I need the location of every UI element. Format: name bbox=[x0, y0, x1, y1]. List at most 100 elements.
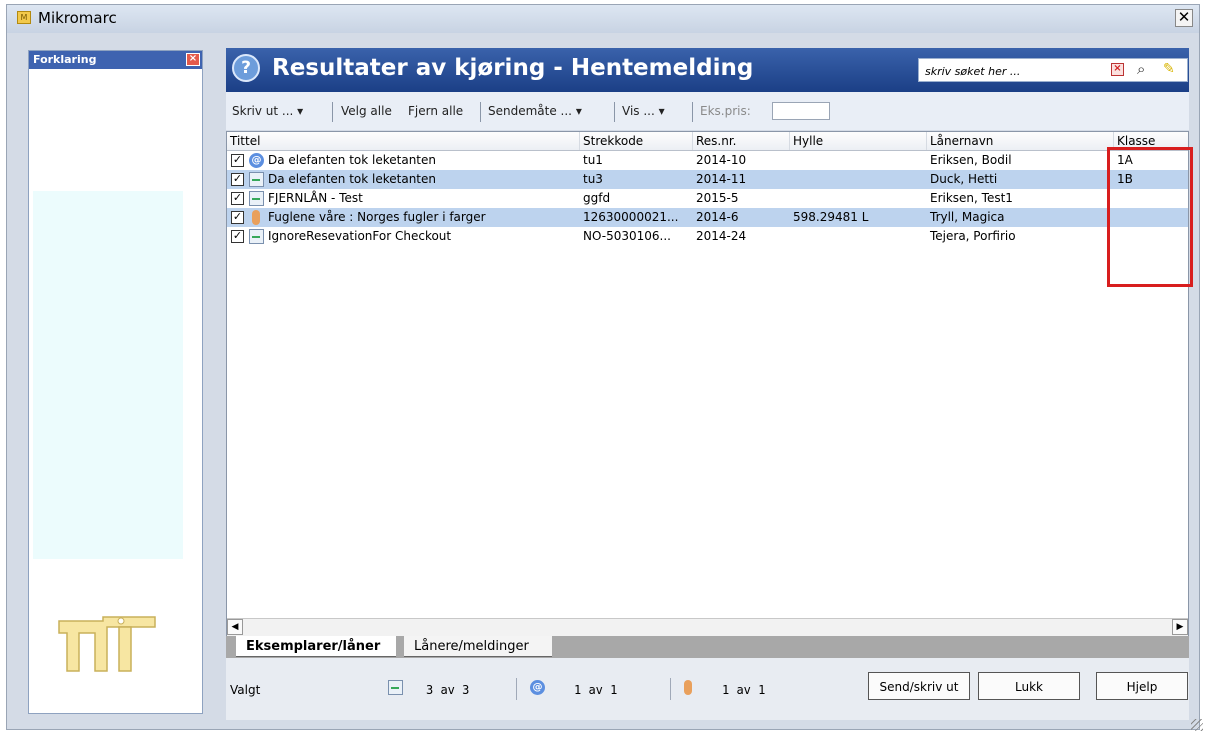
explanation-panel-title: Forklaring bbox=[33, 53, 97, 66]
toolbar-divider bbox=[480, 102, 481, 122]
column-header-barcode[interactable]: Strekkode bbox=[580, 132, 693, 150]
table-row[interactable]: ✓ @ Da elefanten tok leketanten tu1 2014… bbox=[227, 151, 1188, 170]
price-label: Eks.pris: bbox=[700, 104, 751, 118]
cell-shelf bbox=[790, 227, 927, 246]
print-menu[interactable]: Skriv ut ... ▾ bbox=[232, 104, 303, 118]
print-letter-icon bbox=[388, 680, 403, 695]
row-checkbox[interactable]: ✓ bbox=[231, 192, 244, 205]
help-icon[interactable]: ? bbox=[232, 54, 260, 82]
column-header-shelf[interactable]: Hylle bbox=[790, 132, 927, 150]
tab-copies-borrower[interactable]: Eksemplarer/låner bbox=[236, 636, 396, 657]
cell-borrower: Duck, Hetti bbox=[930, 172, 998, 186]
send-method-menu[interactable]: Sendemåte ... ▾ bbox=[488, 104, 582, 118]
help-button[interactable]: Hjelp bbox=[1096, 672, 1188, 700]
table-row[interactable]: ✓ IgnoreResevationFor Checkout NO-503010… bbox=[227, 227, 1188, 246]
cell-barcode: tu3 bbox=[583, 172, 603, 186]
cell-res-nr: 2014-6 bbox=[696, 210, 739, 224]
row-checkbox[interactable]: ✓ bbox=[231, 173, 244, 186]
cell-barcode: 12630000021... bbox=[583, 210, 679, 224]
send-print-button[interactable]: Send/skriv ut bbox=[868, 672, 970, 700]
window-close-button[interactable]: ✕ bbox=[1175, 9, 1193, 27]
view-menu[interactable]: Vis ... ▾ bbox=[622, 104, 665, 118]
cell-title: IgnoreResevationFor Checkout bbox=[268, 229, 452, 243]
table-row[interactable]: ✓ Fuglene våre : Norges fugler i farger … bbox=[227, 208, 1188, 227]
class-column-highlight bbox=[1107, 147, 1193, 287]
chevron-down-icon: ▾ bbox=[575, 104, 582, 118]
search-input[interactable] bbox=[923, 62, 1097, 80]
cell-shelf bbox=[790, 189, 927, 208]
status-divider bbox=[670, 678, 671, 700]
cell-title: Da elefanten tok leketanten bbox=[268, 172, 436, 186]
cell-borrower: Tryll, Magica bbox=[930, 210, 1005, 224]
window-title: Mikromarc bbox=[38, 9, 117, 27]
table-row[interactable]: ✓ Da elefanten tok leketanten tu3 2014-1… bbox=[227, 170, 1188, 189]
cell-res-nr: 2015-5 bbox=[696, 191, 739, 205]
tab-strip: Eksemplarer/låner Lånere/meldinger bbox=[226, 636, 1189, 658]
toolbar-divider bbox=[332, 102, 333, 122]
sms-phone-icon bbox=[252, 210, 260, 225]
cell-shelf bbox=[790, 151, 927, 170]
main-panel: ? Resultater av kjøring - Hentemelding ×… bbox=[226, 48, 1189, 720]
print-count: 3 av 3 bbox=[426, 683, 470, 697]
cell-title: Da elefanten tok leketanten bbox=[268, 153, 436, 167]
pin-icon[interactable]: ✎ bbox=[1163, 61, 1175, 77]
column-header-title[interactable]: Tittel bbox=[227, 132, 580, 150]
table-row[interactable]: ✓ FJERNLÅN - Test ggfd 2015-5 Eriksen, T… bbox=[227, 189, 1188, 208]
app-icon: M bbox=[17, 11, 31, 24]
cell-shelf bbox=[790, 170, 927, 189]
search-box: × ⌕ ✎ bbox=[918, 58, 1188, 82]
row-checkbox[interactable]: ✓ bbox=[231, 211, 244, 224]
results-table: Tittel Strekkode Res.nr. Hylle Lånernavn… bbox=[226, 131, 1189, 636]
cell-borrower: Tejera, Porfirio bbox=[930, 229, 1016, 243]
explanation-content bbox=[33, 191, 183, 559]
print-menu-label: Skriv ut ... bbox=[232, 104, 294, 118]
print-letter-icon bbox=[249, 191, 264, 206]
remove-all-button[interactable]: Fjern alle bbox=[408, 104, 463, 118]
result-header: ? Resultater av kjøring - Hentemelding ×… bbox=[226, 48, 1189, 92]
row-checkbox[interactable]: ✓ bbox=[231, 154, 244, 167]
row-checkbox[interactable]: ✓ bbox=[231, 230, 244, 243]
page-title: Resultater av kjøring - Hentemelding bbox=[272, 55, 754, 81]
column-header-res-nr[interactable]: Res.nr. bbox=[693, 132, 790, 150]
toolbar-divider bbox=[692, 102, 693, 122]
table-header: Tittel Strekkode Res.nr. Hylle Lånernavn… bbox=[227, 132, 1188, 151]
selected-label: Valgt bbox=[230, 683, 261, 697]
toolbar-divider bbox=[614, 102, 615, 122]
status-divider bbox=[516, 678, 517, 700]
chevron-down-icon: ▾ bbox=[297, 104, 304, 118]
column-header-borrower[interactable]: Lånernavn bbox=[927, 132, 1114, 150]
toolbar: Skriv ut ... ▾ Velg alle Fjern alle Send… bbox=[226, 92, 1189, 130]
view-menu-label: Vis ... bbox=[622, 104, 655, 118]
email-icon: @ bbox=[249, 153, 264, 168]
tab-borrowers-messages[interactable]: Lånere/meldinger bbox=[404, 636, 552, 657]
cell-barcode: ggfd bbox=[583, 191, 611, 205]
mikromarc-logo bbox=[58, 616, 156, 672]
sms-phone-icon bbox=[684, 680, 692, 695]
explanation-close-button[interactable]: × bbox=[186, 53, 200, 66]
close-button[interactable]: Lukk bbox=[978, 672, 1080, 700]
chevron-down-icon: ▾ bbox=[658, 104, 665, 118]
title-bar: M Mikromarc ✕ bbox=[7, 5, 1199, 33]
cell-title: Fuglene våre : Norges fugler i farger bbox=[268, 210, 486, 224]
resize-grip-icon[interactable] bbox=[1191, 719, 1203, 731]
cell-barcode: NO-5030106... bbox=[583, 229, 671, 243]
explanation-panel: Forklaring × bbox=[28, 50, 203, 714]
price-input[interactable] bbox=[772, 102, 830, 120]
cell-res-nr: 2014-24 bbox=[696, 229, 747, 243]
status-bar: Valgt 3 av 3 @ 1 av 1 1 av 1 Send/skriv … bbox=[226, 658, 1189, 720]
select-all-button[interactable]: Velg alle bbox=[341, 104, 392, 118]
cell-title: FJERNLÅN - Test bbox=[268, 191, 363, 205]
print-letter-icon bbox=[249, 229, 264, 244]
cell-res-nr: 2014-10 bbox=[696, 153, 747, 167]
sms-count: 1 av 1 bbox=[722, 683, 766, 697]
explanation-panel-header: Forklaring × bbox=[29, 51, 202, 69]
cell-barcode: tu1 bbox=[583, 153, 603, 167]
cell-shelf: 598.29481 L bbox=[793, 210, 869, 224]
search-icon[interactable]: ⌕ bbox=[1137, 60, 1145, 78]
clear-search-icon[interactable]: × bbox=[1111, 63, 1124, 76]
email-icon: @ bbox=[530, 680, 545, 695]
scroll-right-button[interactable]: ▶ bbox=[1172, 619, 1188, 635]
horizontal-scrollbar[interactable]: ◀ ▶ bbox=[227, 618, 1188, 636]
print-letter-icon bbox=[249, 172, 264, 187]
scroll-left-button[interactable]: ◀ bbox=[227, 619, 243, 635]
